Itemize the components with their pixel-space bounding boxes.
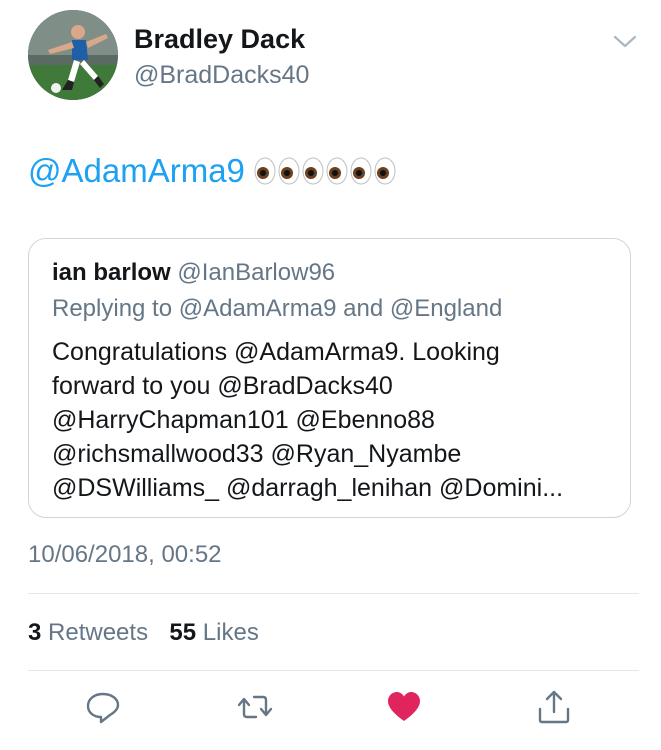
eye-emoji-icon (350, 157, 372, 185)
share-icon[interactable] (535, 688, 573, 726)
quoted-author: ian barlow @IanBarlow96 (52, 259, 335, 287)
quoted-reply-context: Replying to @AdamArma9 and @England (52, 295, 503, 322)
footballer-avatar-icon (28, 10, 118, 100)
divider (28, 670, 639, 671)
eye-emoji-icon (302, 157, 324, 185)
quoted-author-name: ian barlow (52, 259, 171, 286)
retweets-count[interactable]: 3 (28, 619, 41, 646)
eye-emoji-icon (254, 157, 276, 185)
tweet-actions (0, 680, 661, 740)
tweet-timestamp: 10/06/2018, 00:52 (28, 541, 222, 568)
author-name[interactable]: Bradley Dack (134, 24, 305, 55)
reply-icon[interactable] (84, 688, 122, 726)
likes-count[interactable]: 55 (169, 619, 196, 646)
like-icon[interactable] (385, 688, 423, 726)
eyes-emoji-group (253, 157, 397, 185)
tweet-mention[interactable]: @AdamArma9 (28, 152, 245, 190)
quoted-tweet[interactable]: ian barlow @IanBarlow96 Replying to @Ada… (28, 238, 631, 518)
retweets-label[interactable]: Retweets (48, 619, 148, 646)
retweet-icon[interactable] (236, 688, 274, 726)
avatar[interactable] (28, 10, 118, 100)
eye-emoji-icon (278, 157, 300, 185)
chevron-down-icon[interactable] (612, 32, 638, 52)
eye-emoji-icon (326, 157, 348, 185)
likes-label[interactable]: Likes (203, 619, 259, 646)
quoted-author-handle: @IanBarlow96 (177, 259, 336, 286)
quoted-body: Congratulations @AdamArma9. Looking forw… (52, 338, 564, 502)
author-handle[interactable]: @BradDacks40 (134, 61, 309, 90)
tweet-header: Bradley Dack @BradDacks40 (28, 10, 638, 100)
tweet-text: @AdamArma9 (28, 152, 397, 190)
divider (28, 593, 639, 594)
eye-emoji-icon (374, 157, 396, 185)
tweet-stats: 3 Retweets 55 Likes (28, 619, 259, 647)
